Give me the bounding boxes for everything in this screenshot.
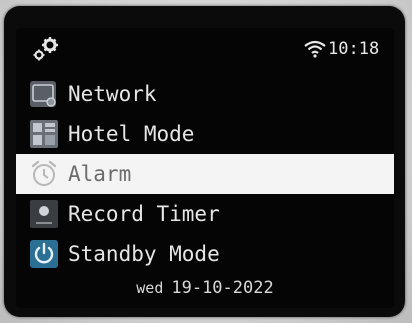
date-footer: wed 19-10-2022 xyxy=(16,276,394,304)
status-bar: 10:18 xyxy=(16,28,394,72)
settings-menu: Network Hotel Mode Alarm Record Timer St… xyxy=(16,74,394,274)
display-screen: 10:18 Network Hotel Mode Alarm Record Ti… xyxy=(16,28,394,308)
menu-item-label: Alarm xyxy=(68,162,132,186)
menu-item-label: Network xyxy=(68,82,157,106)
record-icon xyxy=(30,200,58,228)
network-icon xyxy=(30,81,56,107)
alarm-clock-icon xyxy=(31,160,57,186)
menu-item-record-timer[interactable]: Record Timer xyxy=(16,194,394,234)
menu-item-standby-mode[interactable]: Standby Mode xyxy=(16,234,394,274)
power-icon xyxy=(30,240,58,268)
menu-item-label: Hotel Mode xyxy=(68,122,195,146)
weekday: wed xyxy=(136,279,164,297)
wifi-icon xyxy=(304,40,326,58)
menu-item-network[interactable]: Network xyxy=(16,74,394,114)
date-display: wed 19-10-2022 xyxy=(136,278,273,298)
menu-item-label: Record Timer xyxy=(68,202,220,226)
menu-item-hotel-mode[interactable]: Hotel Mode xyxy=(16,114,394,154)
settings-gears-icon xyxy=(33,37,58,61)
clock-time: 10:18 xyxy=(328,39,380,59)
menu-item-label: Standby Mode xyxy=(68,242,220,266)
hotel-mode-icon xyxy=(30,120,58,148)
menu-item-alarm[interactable]: Alarm xyxy=(16,154,394,194)
date-value: 19-10-2022 xyxy=(171,278,274,298)
